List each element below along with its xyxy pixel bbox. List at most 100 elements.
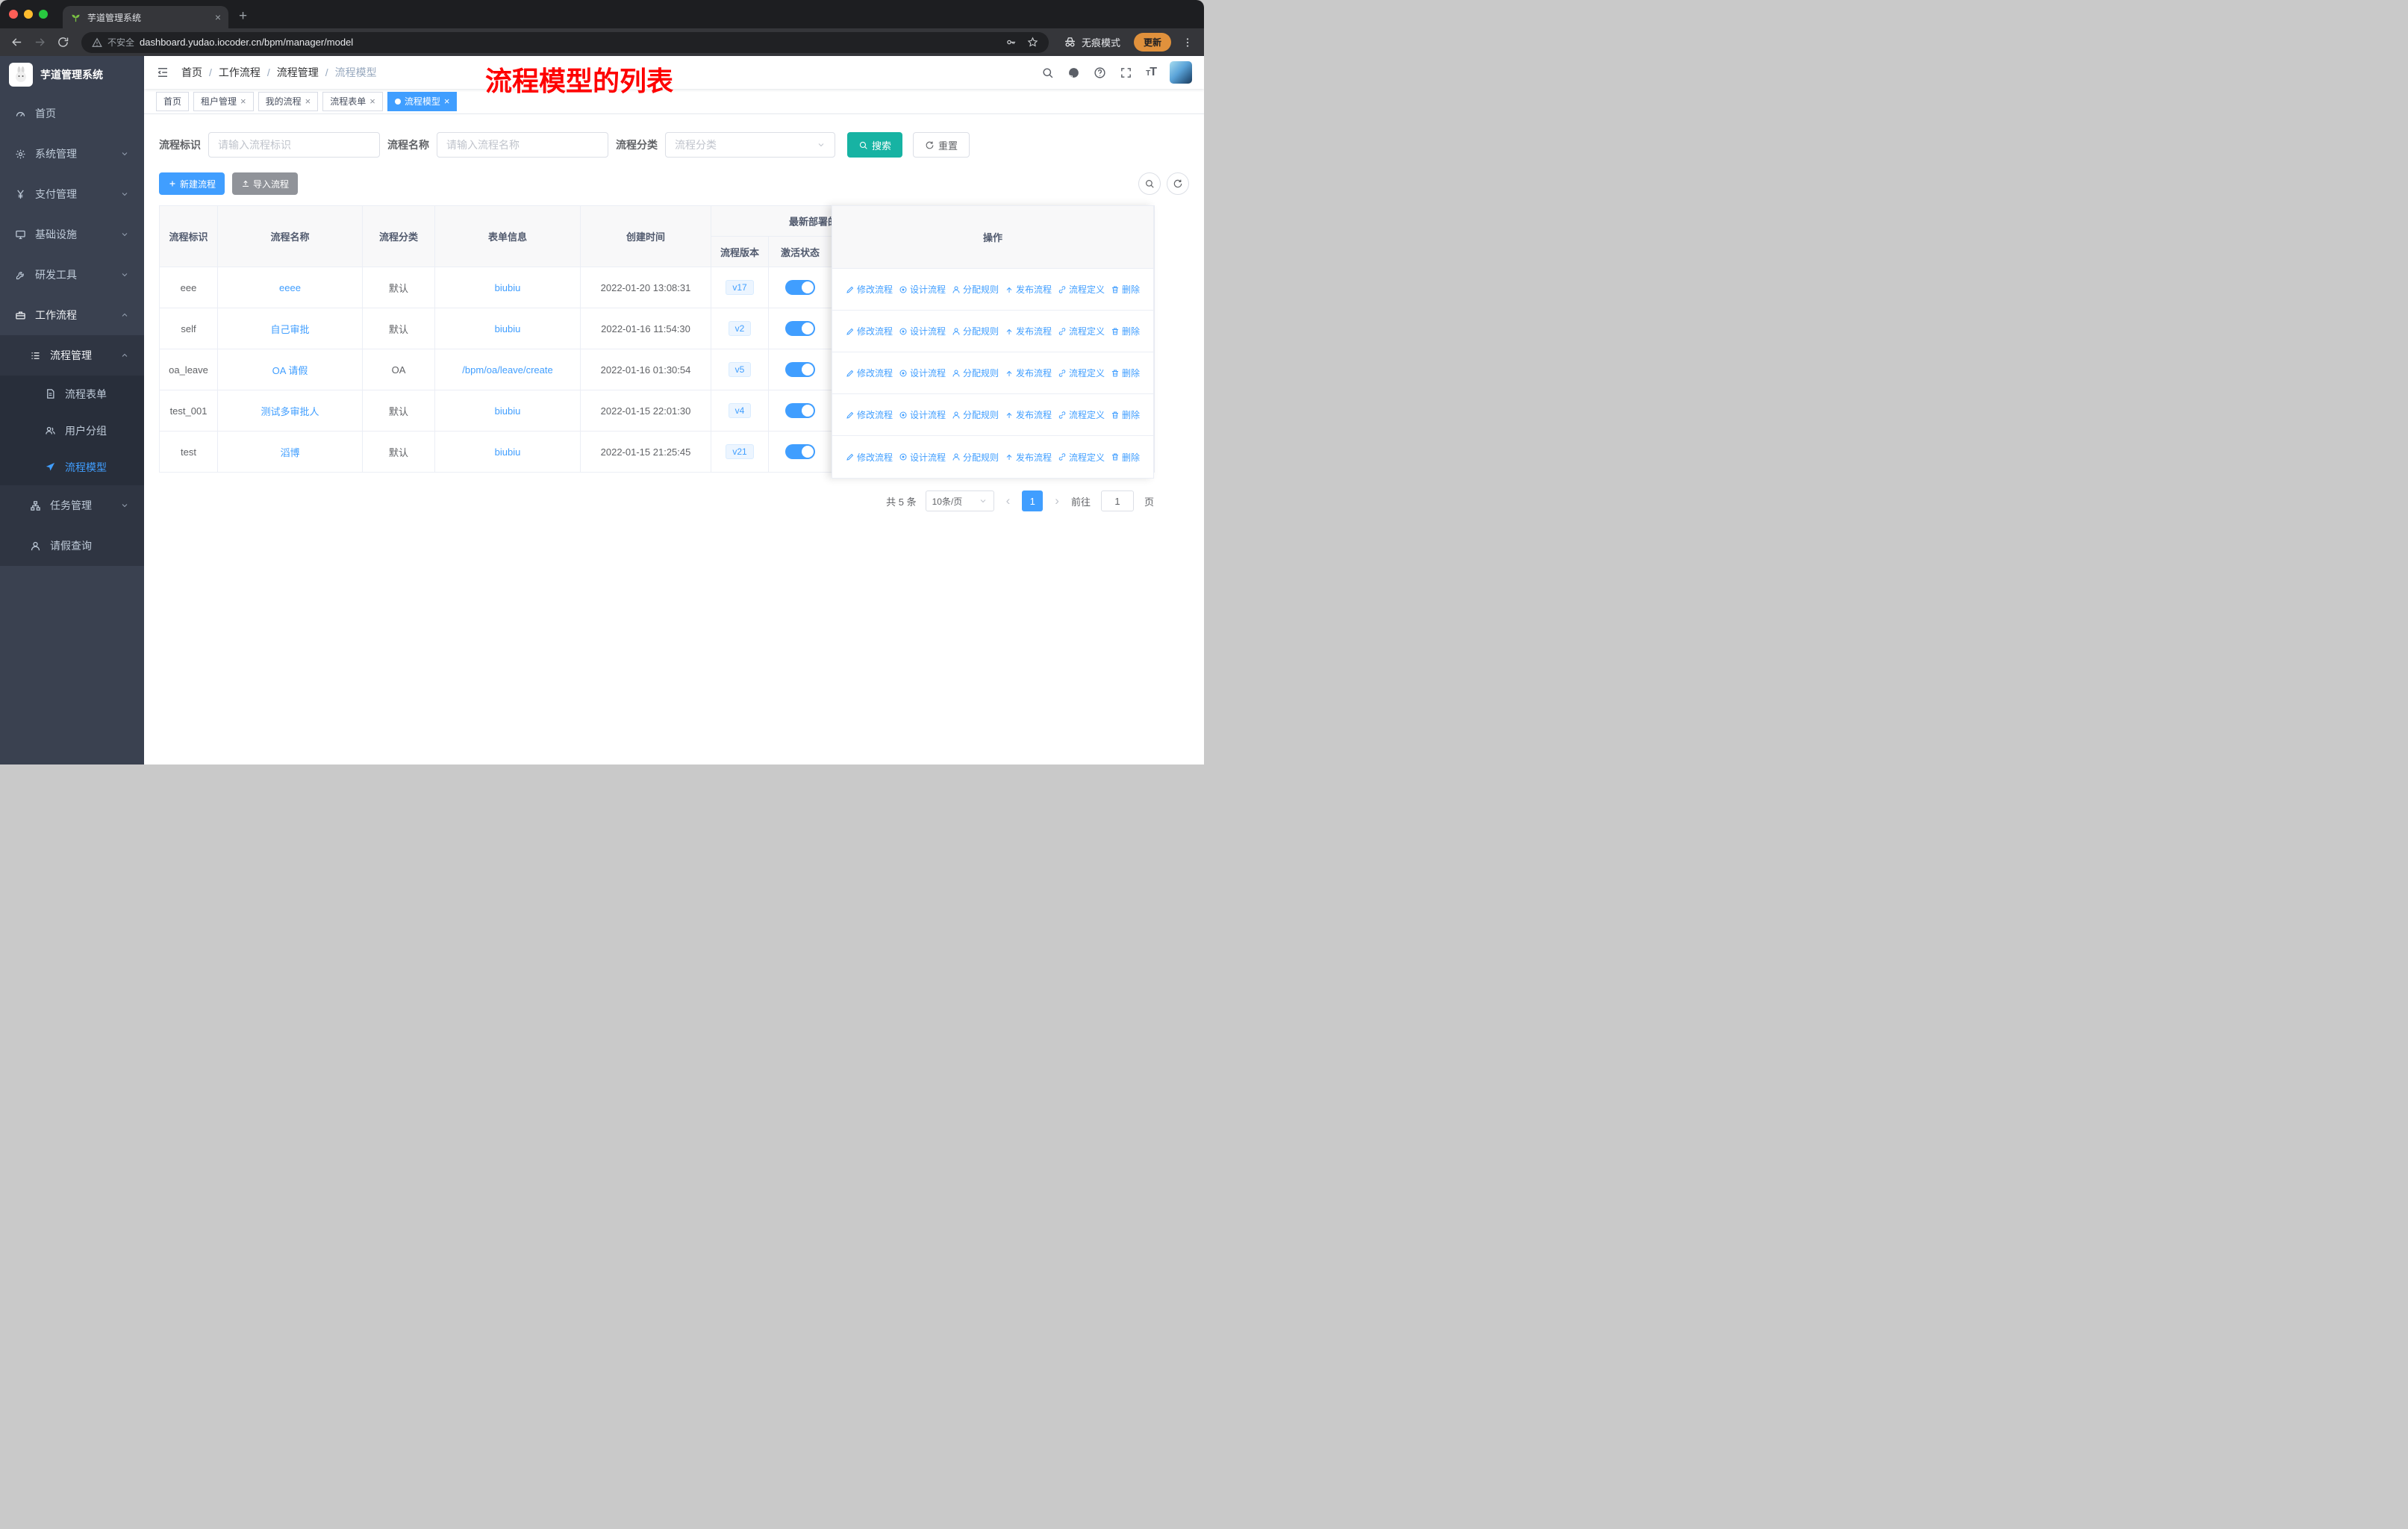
sidebar-item-user-group[interactable]: 用户分组 (0, 412, 144, 449)
sidebar-item-system-management[interactable]: 系统管理 (0, 134, 144, 174)
prev-page-button[interactable]: ‹ (1003, 493, 1014, 508)
modify-process-link[interactable]: 修改流程 (846, 283, 893, 296)
goto-page-input[interactable] (1100, 491, 1134, 511)
back-icon[interactable] (10, 36, 23, 49)
process-name-link[interactable]: eeee (279, 282, 301, 293)
publish-process-link[interactable]: 发布流程 (1005, 367, 1052, 379)
tag-close-icon[interactable]: × (305, 96, 311, 107)
publish-process-link[interactable]: 发布流程 (1005, 408, 1052, 421)
design-process-link[interactable]: 设计流程 (899, 451, 946, 464)
process-definition-link[interactable]: 流程定义 (1058, 408, 1105, 421)
sidebar-item-process-form[interactable]: 流程表单 (0, 376, 144, 412)
reload-icon[interactable] (57, 36, 69, 49)
process-definition-link[interactable]: 流程定义 (1058, 367, 1105, 379)
forward-icon[interactable] (34, 36, 46, 49)
process-key-input[interactable] (208, 132, 380, 158)
modify-process-link[interactable]: 修改流程 (846, 451, 893, 464)
form-info-link[interactable]: biubiu (495, 323, 521, 334)
modify-process-link[interactable]: 修改流程 (846, 408, 893, 421)
process-definition-link[interactable]: 流程定义 (1058, 325, 1105, 337)
minimize-window-button[interactable] (24, 10, 33, 19)
password-key-icon[interactable] (1005, 37, 1017, 48)
sidebar-toggle-icon[interactable] (156, 66, 169, 79)
form-info-link[interactable]: biubiu (495, 405, 521, 417)
page-size-select[interactable]: 10条/页 (925, 491, 994, 511)
form-info-link[interactable]: biubiu (495, 446, 521, 458)
delete-link[interactable]: 删除 (1111, 325, 1140, 337)
help-icon[interactable] (1094, 66, 1106, 79)
import-process-button[interactable]: 导入流程 (232, 172, 299, 195)
breadcrumb-item-home[interactable]: 首页 (181, 65, 202, 80)
sidebar-item-home[interactable]: 首页 (0, 93, 144, 134)
design-process-link[interactable]: 设计流程 (899, 408, 946, 421)
active-toggle[interactable] (785, 280, 815, 295)
browser-tab[interactable]: 芋道管理系统 × (63, 6, 228, 28)
publish-process-link[interactable]: 发布流程 (1005, 451, 1052, 464)
bookmark-star-icon[interactable] (1027, 37, 1038, 48)
sidebar-item-process-management[interactable]: 流程管理 (0, 335, 144, 376)
sidebar-item-dev-tools[interactable]: 研发工具 (0, 255, 144, 295)
process-definition-link[interactable]: 流程定义 (1058, 451, 1105, 464)
browser-update-button[interactable]: 更新 (1133, 33, 1171, 52)
form-info-link[interactable]: biubiu (495, 282, 521, 293)
refresh-table-button[interactable] (1167, 172, 1189, 195)
process-name-link[interactable]: 滔博 (280, 447, 299, 458)
tag-process-form[interactable]: 流程表单 × (322, 91, 383, 111)
sidebar-item-leave-query[interactable]: 请假查询 (0, 526, 144, 566)
delete-link[interactable]: 删除 (1111, 283, 1140, 296)
assign-rule-link[interactable]: 分配规则 (952, 325, 999, 337)
form-info-link[interactable]: /bpm/oa/leave/create (462, 364, 552, 376)
zoom-window-button[interactable] (39, 10, 48, 19)
browser-menu-icon[interactable] (1182, 37, 1194, 49)
active-toggle[interactable] (785, 362, 815, 377)
design-process-link[interactable]: 设计流程 (899, 325, 946, 337)
tag-close-icon[interactable]: × (240, 96, 246, 107)
sidebar-item-payment-management[interactable]: 支付管理 (0, 174, 144, 214)
sidebar-item-task-management[interactable]: 任务管理 (0, 485, 144, 526)
reset-button[interactable]: 重置 (913, 132, 970, 158)
publish-process-link[interactable]: 发布流程 (1005, 283, 1052, 296)
tag-my-process[interactable]: 我的流程 × (258, 91, 319, 111)
process-name-link[interactable]: 自己审批 (270, 324, 309, 335)
tab-close-icon[interactable]: × (215, 11, 221, 23)
design-process-link[interactable]: 设计流程 (899, 367, 946, 379)
assign-rule-link[interactable]: 分配规则 (952, 283, 999, 296)
sidebar-item-process-model[interactable]: 流程模型 (0, 449, 144, 485)
publish-process-link[interactable]: 发布流程 (1005, 325, 1052, 337)
delete-link[interactable]: 删除 (1111, 367, 1140, 379)
assign-rule-link[interactable]: 分配规则 (952, 367, 999, 379)
delete-link[interactable]: 删除 (1111, 408, 1140, 421)
github-icon[interactable] (1067, 66, 1080, 79)
create-process-button[interactable]: 新建流程 (159, 172, 225, 195)
page-number-button[interactable]: 1 (1022, 491, 1044, 511)
breadcrumb-item-workflow[interactable]: 工作流程 (219, 65, 261, 80)
design-process-link[interactable]: 设计流程 (899, 283, 946, 296)
active-toggle[interactable] (785, 321, 815, 336)
tag-home[interactable]: 首页 (156, 91, 190, 111)
close-window-button[interactable] (9, 10, 18, 19)
process-name-link[interactable]: OA 请假 (272, 365, 308, 376)
next-page-button[interactable]: › (1052, 493, 1062, 508)
font-size-icon[interactable]: TT (1146, 66, 1157, 79)
search-button[interactable]: 搜索 (847, 132, 903, 158)
active-toggle[interactable] (785, 403, 815, 418)
assign-rule-link[interactable]: 分配规则 (952, 451, 999, 464)
new-tab-button[interactable]: + (239, 8, 247, 25)
toggle-search-button[interactable] (1138, 172, 1161, 195)
process-name-input[interactable] (437, 132, 608, 158)
active-toggle[interactable] (785, 444, 815, 459)
url-bar[interactable]: 不安全 dashboard.yudao.iocoder.cn/bpm/manag… (81, 31, 1049, 53)
tag-process-model[interactable]: 流程模型 × (387, 91, 458, 111)
assign-rule-link[interactable]: 分配规则 (952, 408, 999, 421)
tag-tenant-management[interactable]: 租户管理 × (193, 91, 254, 111)
sidebar-item-workflow[interactable]: 工作流程 (0, 295, 144, 335)
modify-process-link[interactable]: 修改流程 (846, 325, 893, 337)
process-definition-link[interactable]: 流程定义 (1058, 283, 1105, 296)
tag-close-icon[interactable]: × (444, 96, 450, 107)
tag-close-icon[interactable]: × (369, 96, 375, 107)
sidebar-item-infrastructure[interactable]: 基础设施 (0, 214, 144, 255)
delete-link[interactable]: 删除 (1111, 451, 1140, 464)
fullscreen-icon[interactable] (1120, 66, 1132, 79)
process-name-link[interactable]: 测试多审批人 (261, 406, 319, 417)
modify-process-link[interactable]: 修改流程 (846, 367, 893, 379)
